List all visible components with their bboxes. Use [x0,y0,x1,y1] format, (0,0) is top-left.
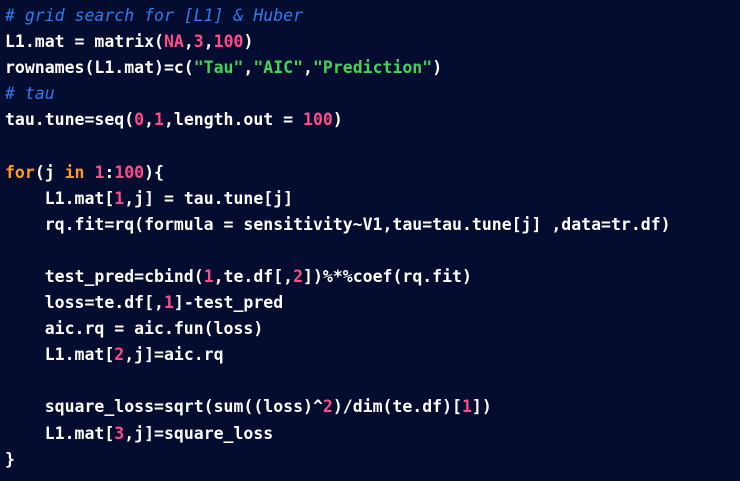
code-line: L1.mat[2,j]=aic.rq [5,342,740,368]
code-token-number: 2 [322,397,333,417]
code-token-number: 100 [114,162,145,182]
code-token-keyword: for [5,162,35,182]
code-token-plain: test_pred=cbind( [5,266,204,286]
code-token-number: 1 [163,293,174,313]
code-token-plain: } [5,449,15,469]
code-token-number: 1 [203,266,214,286]
code-token-plain: ]) [471,397,492,417]
code-token-number: 1 [154,110,164,130]
code-token-comment: # grid search for [L1] & Huber [5,6,304,25]
code-token-number: 2 [114,345,125,365]
code-line: L1.mat[3,j]=square_loss [5,421,740,447]
code-line: rq.fit=rq(formula = sensitivity~V1,tau=t… [5,212,740,238]
code-token-number: 2 [293,266,304,286]
code-token-number: 100 [213,32,244,52]
code-token-number: NA [163,32,184,52]
code-line: tau.tune=seq(0,1,length.out = 100) [5,107,740,133]
code-line: for(j in 1:100){ [5,160,740,186]
code-token-plain: ) [243,32,254,52]
code-token-string: "Prediction" [312,58,433,78]
code-token-plain: rownames(L1.mat)=c( [5,58,194,78]
code-line: L1.mat[1,j] = tau.tune[j] [5,186,740,212]
code-token-plain: ])%*%coef(rq.fit) [303,266,472,286]
code-line: square_loss=sqrt(sum((loss)^2)/dim(te.df… [5,394,740,420]
code-line: loss=te.df[,1]-test_pred [5,290,740,316]
code-token-plain: , [183,32,194,52]
code-token-number: 1 [94,162,105,182]
code-token-plain: L1.mat = matrix( [5,32,164,52]
code-line: # tau [5,81,740,107]
code-token-plain: square_loss=sqrt(sum((loss)^ [5,397,323,417]
code-token-number: 3 [114,423,125,443]
code-token-comment: # tau [5,84,55,104]
code-token-plain: ) [432,58,443,78]
code-token-number: 3 [193,32,204,52]
code-token-plain: )/dim(te.df)[ [332,397,462,417]
code-token-plain: ,j] = tau.tune[j] [124,188,294,208]
code-token-plain: ]-test_pred [173,293,284,313]
code-token-plain: ,te.df[, [213,266,294,286]
code-token-plain: L1.mat[ [5,188,115,208]
code-editor[interactable]: # grid search for [L1] & Huber L1.mat = m… [0,0,740,481]
code-token-number: 0 [134,110,145,130]
code-token-string: "Tau" [193,58,244,78]
code-token-number: 100 [303,110,333,130]
code-token-plain: ,length.out = [163,110,304,130]
code-token-plain: rq.fit=rq(formula = sensitivity~V1,tau=t… [5,214,671,234]
code-token-plain: , [203,32,214,52]
code-token-keyword: in [64,162,85,182]
code-token-plain: ) [332,110,343,130]
code-token-plain: loss=te.df[, [5,293,164,313]
code-token-plain: , [243,58,254,78]
code-token-number: 1 [114,188,125,208]
code-token-plain: L1.mat[ [5,423,115,443]
code-token-plain: ,j]=aic.rq [124,345,224,365]
code-token-plain: (j [34,162,65,182]
code-token-plain: ){ [144,162,164,182]
code-token-plain: tau.tune=seq( [5,110,135,130]
code-line: # grid search for [L1] & Huber [5,3,740,29]
code-token-plain: , [144,110,155,130]
code-line: test_pred=cbind(1,te.df[,2])%*%coef(rq.f… [5,264,740,290]
code-token-plain: ,j]=square_loss [124,423,274,443]
code-line: } [5,447,740,473]
code-token-plain: : [104,162,115,182]
code-line: rownames(L1.mat)=c("Tau","AIC","Predicti… [5,55,740,81]
code-token-plain: aic.rq = aic.fun(loss) [5,319,264,339]
code-token-plain: L1.mat[ [5,345,115,365]
code-token-number: 1 [461,397,472,417]
code-line: aic.rq = aic.fun(loss) [5,316,740,342]
code-token-plain: , [303,58,313,78]
code-token-string: "AIC" [253,58,304,78]
code-line: L1.mat = matrix(NA,3,100) [5,29,740,55]
